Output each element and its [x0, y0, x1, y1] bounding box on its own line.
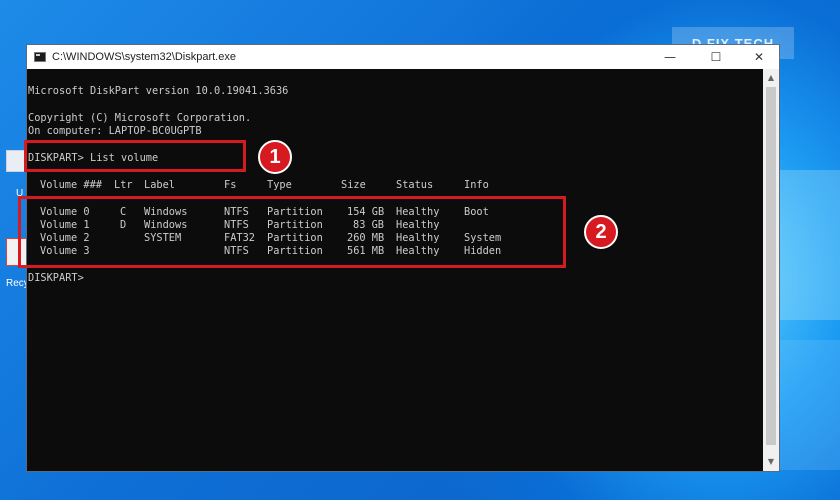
col-fs: Fs [224, 179, 237, 191]
version-line: Microsoft DiskPart version 10.0.19041.36… [28, 85, 289, 97]
vertical-scrollbar[interactable]: ▲ ▼ [763, 69, 779, 471]
highlight-box-command [24, 140, 246, 172]
window-title: C:\WINDOWS\system32\Diskpart.exe [52, 51, 236, 63]
col-size: Size [341, 179, 366, 191]
wallpaper-beam [780, 170, 840, 320]
minimize-button[interactable]: — [647, 45, 693, 69]
wallpaper-beam [780, 340, 840, 470]
col-status: Status [396, 179, 434, 191]
title-bar[interactable]: C:\WINDOWS\system32\Diskpart.exe — ☐ ✕ [27, 45, 779, 69]
col-volume: Volume ### [40, 179, 102, 191]
prompt-line: DISKPART> [28, 272, 84, 284]
console-app-icon [34, 52, 46, 62]
header-separator [116, 193, 446, 194]
col-info: Info [464, 179, 489, 191]
highlight-box-volumes [18, 196, 566, 268]
maximize-button[interactable]: ☐ [693, 45, 739, 69]
window-controls: — ☐ ✕ [647, 45, 779, 69]
scroll-thumb[interactable] [766, 87, 776, 445]
scroll-up-icon[interactable]: ▲ [763, 71, 779, 85]
col-ltr: Ltr [114, 179, 133, 191]
step-badge-2: 2 [584, 215, 618, 249]
col-type: Type [267, 179, 292, 191]
step-badge-1: 1 [258, 140, 292, 174]
computer-line: On computer: LAPTOP-BC0UGPTB [28, 125, 202, 137]
scroll-down-icon[interactable]: ▼ [763, 455, 779, 469]
close-button[interactable]: ✕ [739, 45, 779, 69]
copyright-line: Copyright (C) Microsoft Corporation. [28, 112, 252, 124]
console-output[interactable]: Microsoft DiskPart version 10.0.19041.36… [27, 69, 763, 471]
col-label: Label [144, 179, 175, 191]
